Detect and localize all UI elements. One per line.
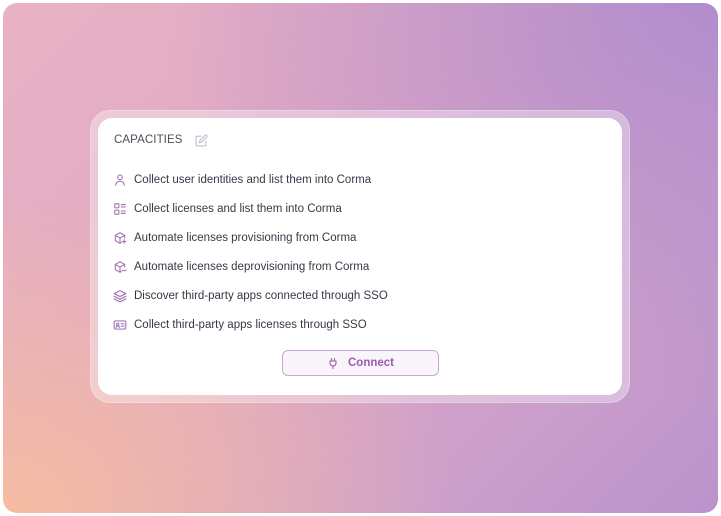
box-remove-icon	[113, 260, 127, 274]
layers-icon	[113, 289, 127, 303]
user-icon	[113, 173, 127, 187]
capacity-label: Collect third-party apps licenses throug…	[134, 318, 367, 331]
capacity-label: Collect user identities and list them in…	[134, 173, 372, 186]
capacity-label: Collect licenses and list them into Corm…	[134, 202, 342, 215]
id-card-icon	[113, 318, 127, 332]
capacity-label: Discover third-party apps connected thro…	[134, 289, 388, 302]
capacity-item-provisioning: Automate licenses provisioning from Corm…	[113, 223, 388, 252]
capacity-item-discover-apps: Discover third-party apps connected thro…	[113, 281, 388, 310]
capacity-item-sso-licenses: Collect third-party apps licenses throug…	[113, 310, 388, 339]
capacity-item-licenses: Collect licenses and list them into Corm…	[113, 194, 388, 223]
capacities-header: CAPACITIES	[114, 132, 208, 148]
capacities-title: CAPACITIES	[114, 134, 183, 146]
capacity-item-user-identities: Collect user identities and list them in…	[113, 165, 388, 194]
list-icon	[113, 202, 127, 216]
capacities-card: CAPACITIES Collect user identities and l…	[98, 118, 622, 395]
plug-icon	[327, 357, 339, 370]
capacity-label: Automate licenses provisioning from Corm…	[134, 231, 357, 244]
capacities-list: Collect user identities and list them in…	[113, 165, 388, 339]
capacity-item-deprovisioning: Automate licenses deprovisioning from Co…	[113, 252, 388, 281]
capacity-label: Automate licenses deprovisioning from Co…	[134, 260, 370, 273]
connect-button[interactable]: Connect	[282, 350, 439, 376]
connect-label: Connect	[348, 357, 394, 369]
edit-icon[interactable]	[195, 133, 208, 147]
box-add-icon	[113, 231, 127, 245]
